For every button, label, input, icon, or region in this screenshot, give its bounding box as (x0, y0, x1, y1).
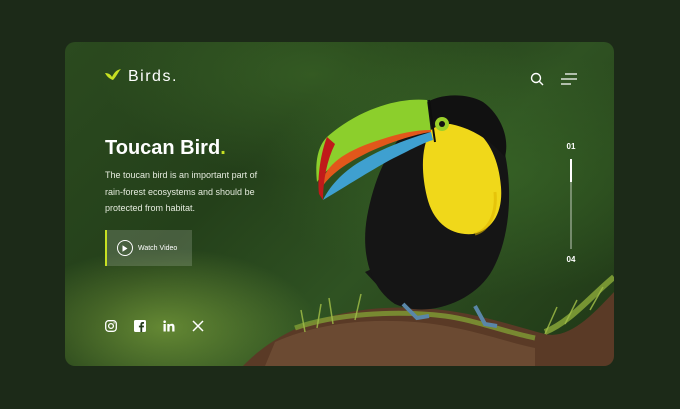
bird-logo-icon (105, 68, 121, 86)
pager-current: 01 (566, 142, 576, 151)
brand-logo[interactable]: Birds. (105, 68, 178, 86)
menu-icon[interactable] (560, 70, 578, 88)
pager-track[interactable] (570, 159, 572, 249)
slide-pager: 01 04 (562, 142, 580, 268)
social-links (105, 320, 204, 332)
page-title: Toucan Bird. (105, 137, 226, 160)
pager-progress (570, 159, 572, 182)
instagram-icon[interactable] (105, 320, 117, 332)
pager-total: 04 (566, 255, 576, 264)
search-icon[interactable] (528, 70, 546, 88)
brand-name: Birds. (128, 68, 178, 85)
play-icon (117, 240, 133, 256)
title-text: Toucan Bird (105, 137, 221, 159)
hero-description: The toucan bird is an important part of … (105, 170, 258, 213)
linkedin-icon[interactable] (163, 320, 175, 332)
x-icon[interactable] (192, 320, 204, 332)
title-accent-dot: . (220, 137, 226, 159)
hero-card: Birds. Toucan Bird. The toucan bird is a… (65, 42, 614, 366)
header-actions (528, 70, 578, 88)
watch-video-button[interactable]: Watch Video (105, 230, 192, 266)
watch-video-label: Watch Video (138, 244, 178, 252)
facebook-icon[interactable] (134, 320, 146, 332)
